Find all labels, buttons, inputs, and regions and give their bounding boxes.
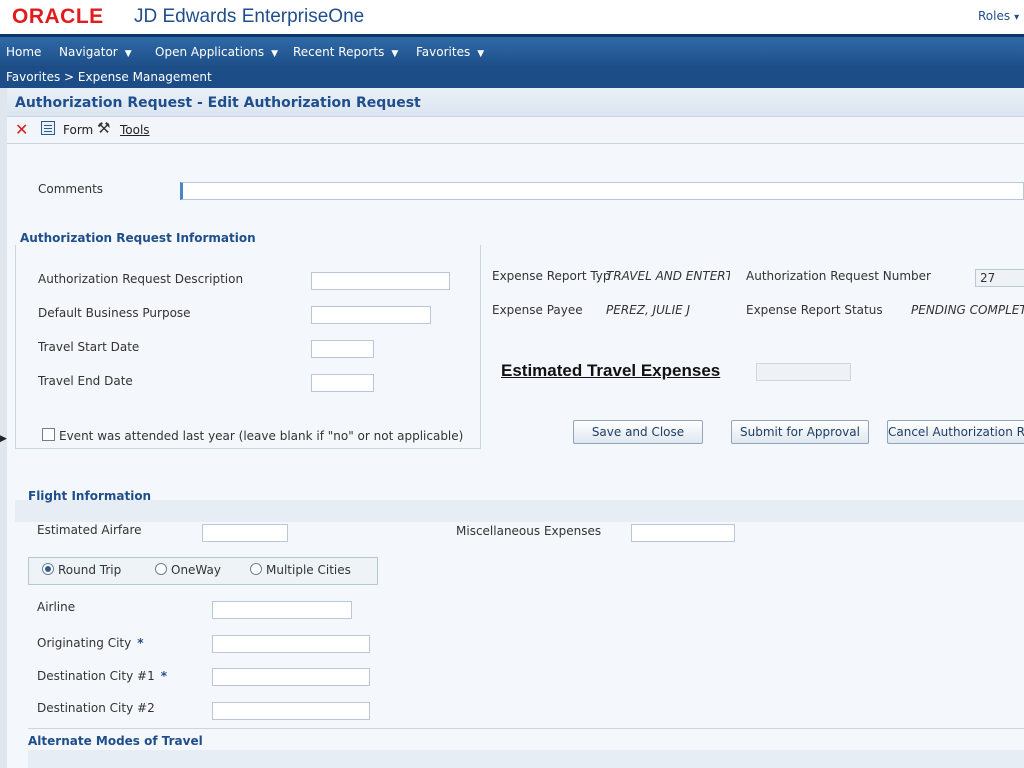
chevron-down-icon: ▼ [477,49,485,59]
travel-end-date-label: Travel End Date [38,374,133,388]
flight-section-title: Flight Information [28,489,152,503]
estimated-airfare-label: Estimated Airfare [37,523,142,537]
tools-menu[interactable]: Tools [120,123,150,137]
expense-payee-value: PEREZ, JULIE J [606,303,691,317]
required-marker: * [137,636,144,650]
nav-recent-reports-label: Recent Reports [293,45,385,59]
originating-city-label-text: Originating City [37,636,132,650]
required-marker: * [160,669,167,683]
destination-city-1-label-text: Destination City #1 [37,669,155,683]
report-status-label: Expense Report Status [746,303,883,317]
page-title: Authorization Request - Edit Authorizati… [15,95,421,111]
destination-city-1-input[interactable] [212,668,370,686]
nav-recent-reports[interactable]: Recent Reports ▼ [293,45,398,59]
submit-for-approval-button[interactable]: Submit for Approval [731,420,869,444]
auth-request-number-value: 27 [975,269,1024,287]
auth-description-label: Authorization Request Description [38,272,244,286]
comments-label: Comments [38,182,104,196]
travel-end-date-input[interactable] [311,374,374,392]
destination-city-2-label: Destination City #2 [37,701,155,715]
title-bar: Authorization Request - Edit Authorizati… [7,88,1024,117]
form-icon[interactable] [41,121,55,135]
flight-section-band [15,500,1024,522]
airline-label: Airline [37,600,76,614]
nav-favorites[interactable]: Favorites ▼ [416,45,484,59]
estimated-travel-expenses-link[interactable]: Estimated Travel Expenses [501,361,720,381]
roles-menu[interactable]: Roles [978,9,1019,23]
one-way-label: OneWay [171,563,221,577]
attended-last-year-label: Event was attended last year (leave blan… [59,429,464,443]
nav-open-applications-label: Open Applications [155,45,265,59]
nav-navigator-label: Navigator [59,45,118,59]
chevron-down-icon: ▼ [271,49,279,59]
app-name: JD Edwards EnterpriseOne [134,6,365,27]
alternate-modes-title: Alternate Modes of Travel [28,734,203,748]
chevron-down-icon: ▼ [391,49,399,59]
breadcrumb-bar: Favorites > Expense Management [0,66,1024,88]
nav-home-label: Home [6,45,42,59]
oracle-logo: ORACLE [12,5,104,28]
round-trip-radio[interactable] [42,563,54,575]
round-trip-label: Round Trip [58,563,122,577]
destination-city-1-label: Destination City #1 * [37,669,167,683]
tools-icon[interactable]: ⚒ [97,119,110,137]
nav-home[interactable]: Home [6,45,41,59]
nav-navigator[interactable]: Navigator ▼ [59,45,132,59]
auth-request-number-label: Authorization Request Number [746,269,931,283]
originating-city-input[interactable] [212,635,370,653]
expense-report-type-value: TRAVEL AND ENTERTAI [606,269,730,283]
expense-payee-label: Expense Payee [492,303,583,317]
left-panel-edge [0,88,7,768]
section-divider [28,728,1024,729]
misc-expenses-input[interactable] [631,524,735,542]
chevron-down-icon: ▼ [124,49,132,59]
save-and-close-button[interactable]: Save and Close [573,420,703,444]
top-header: ORACLE JD Edwards EnterpriseOne Roles [0,0,1024,34]
form-toolbar: ✕ Form ⚒ Tools [7,117,1024,144]
nav-open-applications[interactable]: Open Applications ▼ [155,45,278,59]
airline-input[interactable] [212,601,352,619]
travel-start-date-label: Travel Start Date [38,340,140,354]
comments-input[interactable] [180,182,1024,200]
destination-city-2-input[interactable] [212,702,370,720]
expense-report-type-label: Expense Report Typ [492,269,611,283]
travel-start-date-input[interactable] [311,340,374,358]
originating-city-label: Originating City * [37,636,144,650]
business-purpose-label: Default Business Purpose [38,306,191,320]
report-status-value: PENDING COMPLETIO [911,303,1024,317]
estimated-travel-expenses-value [756,363,851,381]
attended-last-year-checkbox[interactable] [42,428,55,441]
main-nav: Home Navigator ▼ Open Applications ▼ Recen… [0,34,1024,66]
auth-section-title: Authorization Request Information [20,231,256,245]
breadcrumb[interactable]: Favorites > Expense Management [6,70,212,84]
estimated-airfare-input[interactable] [202,524,288,542]
business-purpose-input[interactable] [311,306,431,324]
expand-panel-icon[interactable]: ▶ [0,434,7,444]
form-menu[interactable]: Form [63,123,93,137]
misc-expenses-label: Miscellaneous Expenses [456,524,602,538]
one-way-radio[interactable] [155,563,167,575]
close-icon[interactable]: ✕ [15,120,28,139]
multiple-cities-label: Multiple Cities [266,563,351,577]
auth-description-input[interactable] [311,272,450,290]
alternate-section-band [28,750,1024,768]
multiple-cities-radio[interactable] [250,563,262,575]
nav-favorites-label: Favorites [416,45,471,59]
cancel-authorization-button[interactable]: Cancel Authorization R [887,420,1024,444]
